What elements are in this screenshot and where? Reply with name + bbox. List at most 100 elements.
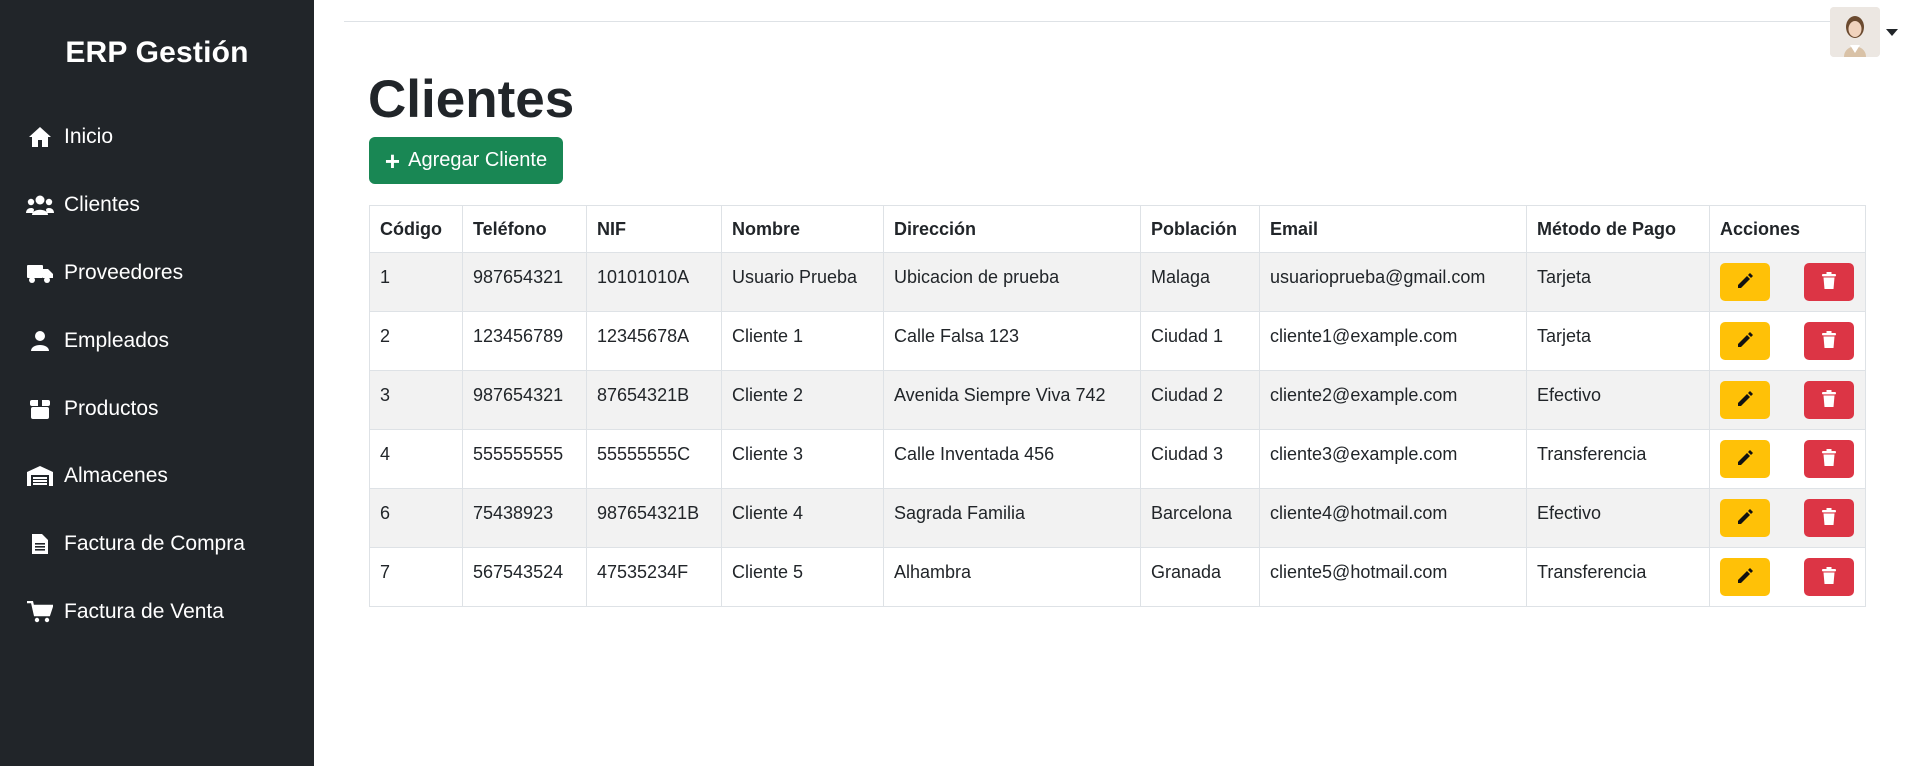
user-menu-toggle[interactable] [1830,6,1908,58]
delete-button[interactable] [1804,499,1854,537]
edit-button[interactable] [1720,381,1770,419]
column-header-nif[interactable]: NIF [586,205,722,253]
header-divider [344,21,1834,22]
pencil-icon [1736,567,1754,588]
sidebar: ERP Gestión Inicio Clientes Proveedores … [0,0,314,766]
trash-icon [1821,271,1837,293]
column-header-nombre[interactable]: Nombre [721,205,884,253]
delete-button[interactable] [1804,263,1854,301]
cell-metodo-pago: Transferencia [1526,547,1710,607]
cell-nombre: Cliente 1 [721,311,884,371]
trash-icon [1821,330,1837,352]
table-row: 4 555555555 55555555C Cliente 3 Calle Invent… [369,429,1866,489]
pencil-icon [1736,449,1754,470]
cell-codigo: 6 [369,488,463,548]
delete-button[interactable] [1804,322,1854,360]
edit-button[interactable] [1720,263,1770,301]
cell-direccion: Avenida Siempre Viva 742 [883,370,1141,430]
column-header-poblacion[interactable]: Población [1140,205,1260,253]
cell-poblacion: Malaga [1140,252,1260,312]
pencil-icon [1736,331,1754,352]
cell-metodo-pago: Efectivo [1526,370,1710,430]
pencil-icon [1736,390,1754,411]
cell-metodo-pago: Transferencia [1526,429,1710,489]
sidebar-item-label: Almacenes [64,464,168,487]
sidebar-item-productos[interactable]: Productos [26,389,159,429]
sidebar-item-factura-compra[interactable]: Factura de Compra [26,524,245,564]
sidebar-item-almacenes[interactable]: Almacenes [26,456,168,496]
cell-poblacion: Granada [1140,547,1260,607]
trash-icon [1821,566,1837,588]
sidebar-item-label: Inicio [64,125,114,148]
cell-direccion: Calle Inventada 456 [883,429,1141,489]
cell-poblacion: Ciudad 2 [1140,370,1260,430]
sidebar-item-label: Factura de Venta [64,600,224,623]
sidebar-item-empleados[interactable]: Empleados [26,321,169,361]
cell-acciones [1709,547,1866,607]
cell-telefono: 987654321 [462,370,587,430]
cell-nif: 87654321B [586,370,722,430]
home-icon [26,123,54,151]
cell-nombre: Cliente 2 [721,370,884,430]
sidebar-item-inicio[interactable]: Inicio [26,117,113,157]
cell-telefono: 567543524 [462,547,587,607]
column-header-email[interactable]: Email [1259,205,1527,253]
cell-telefono: 75438923 [462,488,587,548]
sidebar-item-clientes[interactable]: Clientes [26,185,140,225]
cell-telefono: 123456789 [462,311,587,371]
column-header-telefono[interactable]: Teléfono [462,205,587,253]
cell-acciones [1709,252,1866,312]
plus-icon: + [384,145,401,176]
cell-acciones [1709,488,1866,548]
sidebar-item-factura-venta[interactable]: Factura de Venta [26,592,224,632]
clients-table: Código Teléfono NIF Nombre Dirección Pob… [369,205,1866,607]
cell-email: cliente3@example.com [1259,429,1527,489]
cell-nombre: Cliente 3 [721,429,884,489]
trash-icon [1821,448,1837,470]
cell-nif: 55555555C [586,429,722,489]
cell-metodo-pago: Tarjeta [1526,252,1710,312]
cell-acciones [1709,311,1866,371]
cell-metodo-pago: Efectivo [1526,488,1710,548]
edit-button[interactable] [1720,499,1770,537]
cell-codigo: 4 [369,429,463,489]
document-icon [26,530,54,558]
sidebar-item-label: Proveedores [64,261,184,284]
cell-nif: 47535234F [586,547,722,607]
column-header-metodo-pago[interactable]: Método de Pago [1526,205,1710,253]
cell-acciones [1709,370,1866,430]
edit-button[interactable] [1720,322,1770,360]
delete-button[interactable] [1804,381,1854,419]
table-row: 2 123456789 12345678A Cliente 1 Calle Falsa … [369,311,1866,371]
cell-poblacion: Ciudad 1 [1140,311,1260,371]
box-icon [26,395,54,423]
sidebar-item-label: Productos [64,397,159,420]
add-client-button[interactable]: + Agregar Cliente [369,137,563,184]
trash-icon [1821,389,1837,411]
cell-metodo-pago: Tarjeta [1526,311,1710,371]
cell-nombre: Cliente 4 [721,488,884,548]
cell-telefono: 987654321 [462,252,587,312]
sidebar-item-label: Factura de Compra [64,532,245,555]
sidebar-item-proveedores[interactable]: Proveedores [26,253,183,293]
cell-email: cliente4@hotmail.com [1259,488,1527,548]
cell-nombre: Cliente 5 [721,547,884,607]
cell-telefono: 555555555 [462,429,587,489]
edit-button[interactable] [1720,440,1770,478]
delete-button[interactable] [1804,440,1854,478]
edit-button[interactable] [1720,558,1770,596]
page-title: Clientes [368,70,575,129]
table-row: 1 987654321 10101010A Usuario Prueba Ubicaci… [369,252,1866,312]
cell-email: cliente1@example.com [1259,311,1527,371]
truck-icon [26,259,54,287]
column-header-direccion[interactable]: Dirección [883,205,1141,253]
delete-button[interactable] [1804,558,1854,596]
cell-email: cliente5@hotmail.com [1259,547,1527,607]
cell-email: cliente2@example.com [1259,370,1527,430]
trash-icon [1821,507,1837,529]
column-header-codigo[interactable]: Código [369,205,463,253]
table-row: 6 75438923 987654321B Cliente 4 Sagrada Fami… [369,488,1866,548]
avatar [1830,7,1880,57]
column-header-acciones: Acciones [1709,205,1866,253]
sidebar-item-label: Clientes [64,193,140,216]
